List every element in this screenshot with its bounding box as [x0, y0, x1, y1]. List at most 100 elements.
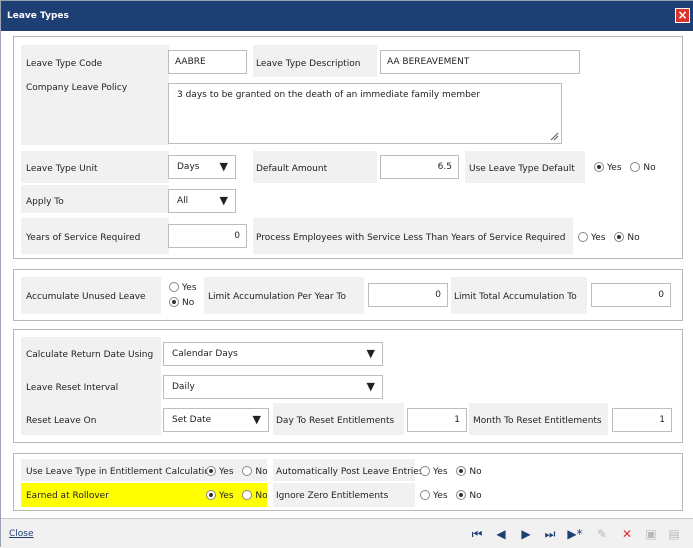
company-policy-text: 3 days to be granted on the death of an … — [177, 90, 481, 100]
last-record-icon[interactable]: ⏭ — [541, 525, 559, 543]
company-policy-textarea[interactable]: 3 days to be granted on the death of an … — [168, 83, 562, 144]
chevron-down-icon: ▼ — [219, 160, 228, 173]
accumulation-section: Accumulate Unused Leave Yes No Limit Acc… — [13, 269, 683, 321]
radio-yes-label: Yes — [219, 467, 234, 477]
radio-selected-icon — [206, 490, 216, 500]
default-amount-label: Default Amount — [256, 164, 328, 174]
radio-yes-label: Yes — [219, 491, 234, 501]
reset-on-select[interactable]: Set Date ▼ — [163, 408, 269, 432]
reset-interval-select[interactable]: Daily ▼ — [163, 375, 383, 399]
accumulate-label: Accumulate Unused Leave — [26, 292, 146, 302]
radio-selected-icon — [614, 232, 625, 242]
radio-selected-icon — [594, 162, 604, 172]
accumulate-yes-option[interactable]: Yes — [169, 281, 197, 296]
auto-post-yes-option[interactable]: Yes — [420, 466, 448, 477]
leave-type-details-section: Leave Type Code Company Leave Policy AAB… — [13, 36, 683, 259]
radio-unselected-icon — [420, 490, 430, 500]
years-service-input[interactable]: 0 — [168, 224, 247, 248]
radio-selected-icon — [169, 297, 179, 307]
reset-interval-label: Leave Reset Interval — [26, 383, 119, 393]
years-service-label: Years of Service Required — [26, 233, 141, 243]
process-less-radio-group: Yes No — [578, 232, 646, 243]
new-record-icon[interactable]: ▶* — [566, 525, 584, 543]
radio-no-label: No — [627, 233, 640, 243]
radio-unselected-icon — [169, 282, 179, 292]
chevron-down-icon: ▼ — [252, 413, 261, 426]
radio-no-label: No — [469, 467, 482, 477]
company-policy-label: Company Leave Policy — [26, 83, 128, 93]
radio-no-label: No — [182, 298, 195, 308]
apply-to-label: Apply To — [26, 197, 64, 207]
earned-rollover-radio-group: Yes No — [206, 490, 274, 501]
dialog-footer: Close ⏮ ◀ ▶ ⏭ ▶* ✎ ✕ ▣ ▤ — [1, 518, 693, 548]
previous-record-icon[interactable]: ◀ — [492, 525, 510, 543]
auto-post-radio-group: Yes No — [420, 466, 488, 477]
next-record-icon[interactable]: ▶ — [517, 525, 535, 543]
leave-type-code-label: Leave Type Code — [26, 59, 103, 69]
radio-unselected-icon — [420, 466, 430, 476]
save-as-icon[interactable]: ▤ — [665, 525, 683, 543]
edit-icon[interactable]: ✎ — [593, 525, 611, 543]
process-less-label: Process Employees with Service Less Than… — [256, 233, 566, 243]
accumulate-no-option[interactable]: No — [169, 296, 197, 311]
day-reset-input[interactable]: 1 — [407, 408, 467, 432]
leave-type-desc-input[interactable]: AA BEREAVEMENT — [380, 50, 580, 74]
close-link[interactable]: Close — [9, 529, 34, 539]
resize-grip-icon[interactable] — [550, 132, 559, 141]
reset-interval-value: Daily — [172, 382, 195, 392]
process-less-no-option[interactable]: No — [614, 232, 640, 243]
chevron-down-icon: ▼ — [366, 380, 375, 393]
apply-to-value: All — [177, 196, 189, 206]
use-default-no-option[interactable]: No — [630, 162, 656, 173]
radio-unselected-icon — [578, 232, 588, 242]
use-default-yes-option[interactable]: Yes — [594, 162, 622, 173]
ignore-zero-no-option[interactable]: No — [456, 490, 482, 501]
use-default-radio-group: Yes No — [594, 162, 662, 173]
leave-type-code-input[interactable]: AABRE — [168, 50, 247, 74]
radio-no-label: No — [469, 491, 482, 501]
leave-type-unit-select[interactable]: Days ▼ — [168, 155, 236, 179]
calc-return-select[interactable]: Calendar Days ▼ — [163, 342, 383, 366]
first-record-icon[interactable]: ⏮ — [468, 525, 486, 543]
ignore-zero-label: Ignore Zero Entitlements — [276, 491, 389, 501]
month-reset-input[interactable]: 1 — [612, 408, 672, 432]
limit-total-label: Limit Total Accumulation To — [454, 292, 577, 302]
earned-rollover-label: Earned at Rollover — [26, 491, 109, 501]
reset-on-value: Set Date — [172, 415, 212, 425]
process-less-yes-option[interactable]: Yes — [578, 232, 606, 243]
radio-yes-label: Yes — [591, 233, 606, 243]
earned-rollover-no-option[interactable]: No — [242, 490, 268, 501]
save-icon[interactable]: ▣ — [642, 525, 660, 543]
limit-year-label: Limit Accumulation Per Year To — [208, 292, 346, 302]
radio-no-label: No — [255, 467, 268, 477]
dialog-body: Leave Type Code Company Leave Policy AAB… — [1, 31, 693, 518]
dialog-title: Leave Types — [7, 11, 69, 21]
day-reset-label: Day To Reset Entitlements — [276, 416, 395, 426]
ignore-zero-yes-option[interactable]: Yes — [420, 490, 448, 501]
leave-type-unit-label: Leave Type Unit — [26, 164, 98, 174]
reset-on-label: Reset Leave On — [26, 416, 97, 426]
use-in-calc-yes-option[interactable]: Yes — [206, 466, 234, 477]
delete-icon[interactable]: ✕ — [618, 525, 636, 543]
radio-unselected-icon — [242, 490, 253, 500]
radio-yes-label: Yes — [433, 491, 448, 501]
radio-no-label: No — [643, 163, 656, 173]
radio-yes-label: Yes — [433, 467, 448, 477]
radio-unselected-icon — [630, 162, 641, 172]
limit-total-input[interactable]: 0 — [591, 283, 671, 307]
default-amount-input[interactable]: 6.5 — [380, 155, 459, 179]
radio-selected-icon — [206, 466, 216, 476]
earned-rollover-yes-option[interactable]: Yes — [206, 490, 234, 501]
radio-unselected-icon — [242, 466, 253, 476]
leave-type-desc-label: Leave Type Description — [256, 59, 361, 69]
month-reset-label: Month To Reset Entitlements — [473, 416, 602, 426]
use-default-label: Use Leave Type Default — [469, 164, 575, 174]
entitlement-section: Use Leave Type in Entitlement Calculatio… — [13, 453, 683, 511]
apply-to-select[interactable]: All ▼ — [168, 189, 236, 213]
use-in-calc-no-option[interactable]: No — [242, 466, 268, 477]
auto-post-no-option[interactable]: No — [456, 466, 482, 477]
close-icon[interactable]: × — [675, 8, 690, 23]
reset-section: Calculate Return Date Using Calendar Day… — [13, 329, 683, 443]
accumulate-radio-group: Yes No — [169, 281, 197, 311]
limit-year-input[interactable]: 0 — [368, 283, 448, 307]
